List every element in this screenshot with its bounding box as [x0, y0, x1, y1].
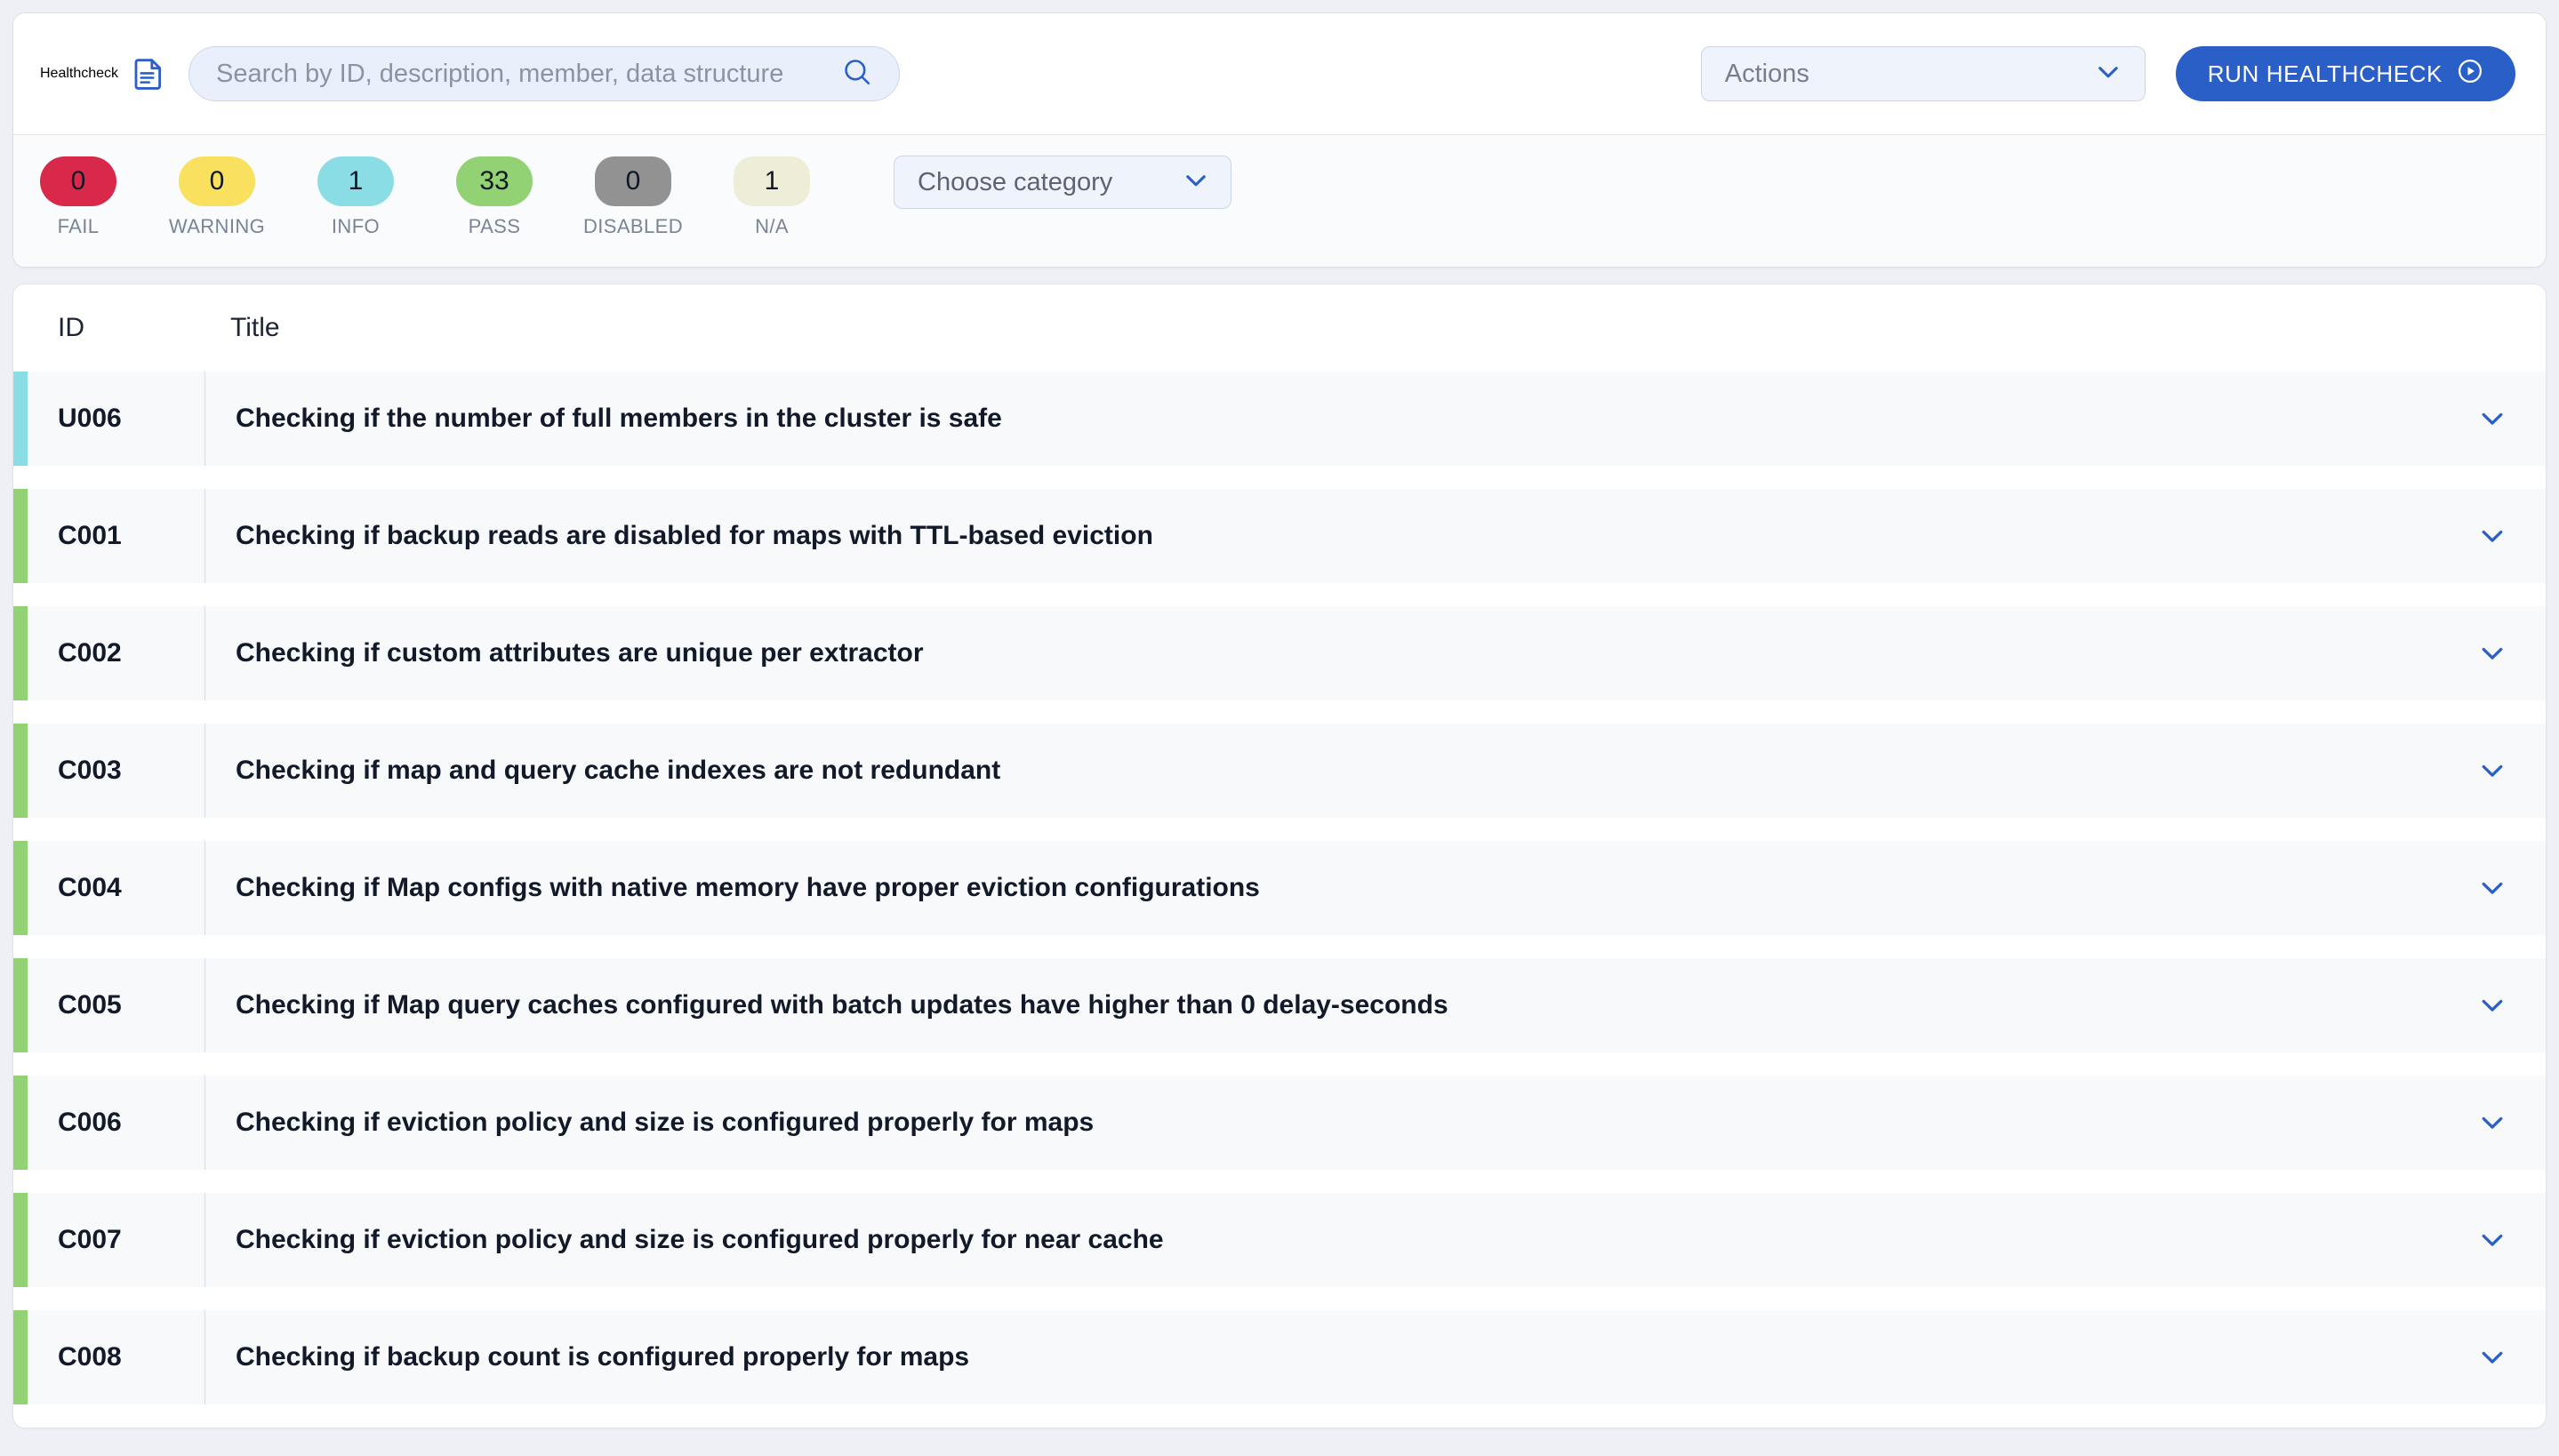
row-id: C003	[28, 724, 205, 818]
category-dropdown-label: Choose category	[918, 168, 1181, 197]
search-box[interactable]	[189, 46, 900, 101]
table-header-row: ID Title	[13, 284, 2546, 372]
status-pill-fail-label: FAIL	[58, 215, 100, 238]
row-status-accent	[13, 489, 28, 583]
row-title: Checking if map and query cache indexes …	[205, 724, 2439, 818]
row-id: C004	[28, 841, 205, 935]
header-toolbar: Healthcheck	[13, 13, 2546, 135]
column-header-id: ID	[13, 313, 205, 343]
row-status-accent	[13, 1310, 28, 1404]
status-pill-disabled-count: 0	[595, 156, 671, 206]
healthcheck-table: ID Title U006 Checking if the number of …	[12, 284, 2547, 1428]
chevron-down-icon[interactable]	[2093, 57, 2123, 92]
row-status-accent	[13, 724, 28, 818]
chevron-down-icon[interactable]	[2439, 841, 2546, 935]
status-pill-info[interactable]: 1 INFO	[317, 156, 394, 238]
status-pill-pass-label: PASS	[469, 215, 521, 238]
title-block: Healthcheck	[40, 57, 164, 91]
chevron-down-icon[interactable]	[2439, 1076, 2546, 1170]
table-row[interactable]: C004 Checking if Map configs with native…	[13, 841, 2546, 935]
row-id: C008	[28, 1310, 205, 1404]
row-id: C001	[28, 489, 205, 583]
search-input[interactable]	[216, 60, 842, 89]
table-row[interactable]: C003 Checking if map and query cache ind…	[13, 724, 2546, 818]
run-healthcheck-button[interactable]: RUN HEALTHCHECK	[2176, 46, 2515, 101]
status-pill-warning-label: WARNING	[169, 215, 265, 238]
row-status-accent	[13, 1193, 28, 1287]
status-pill-pass-count: 33	[456, 156, 533, 206]
status-pill-fail-count: 0	[40, 156, 116, 206]
category-dropdown[interactable]: Choose category	[894, 156, 1231, 209]
actions-dropdown[interactable]: Actions	[1701, 46, 2146, 101]
status-pill-fail[interactable]: 0 FAIL	[40, 156, 116, 238]
status-pill-disabled[interactable]: 0 DISABLED	[595, 156, 671, 238]
row-title: Checking if the number of full members i…	[205, 372, 2439, 466]
row-status-accent	[13, 841, 28, 935]
play-circle-icon	[2457, 58, 2483, 91]
table-row[interactable]: U006 Checking if the number of full memb…	[13, 372, 2546, 466]
row-status-accent	[13, 606, 28, 700]
chevron-down-icon[interactable]	[2439, 1310, 2546, 1404]
chevron-down-icon[interactable]	[2439, 1193, 2546, 1287]
search-icon[interactable]	[842, 57, 872, 92]
row-title: Checking if custom attributes are unique…	[205, 606, 2439, 700]
chevron-down-icon[interactable]	[2439, 372, 2546, 466]
row-id: C005	[28, 958, 205, 1052]
chevron-down-icon[interactable]	[2439, 724, 2546, 818]
row-title: Checking if backup count is configured p…	[205, 1310, 2439, 1404]
table-row[interactable]: C001 Checking if backup reads are disabl…	[13, 489, 2546, 583]
row-title: Checking if Map query caches configured …	[205, 958, 2439, 1052]
status-pill-warning[interactable]: 0 WARNING	[179, 156, 255, 238]
status-pill-warning-count: 0	[179, 156, 255, 206]
row-status-accent	[13, 1076, 28, 1170]
run-healthcheck-label: RUN HEALTHCHECK	[2208, 60, 2443, 88]
chevron-down-icon[interactable]	[2439, 489, 2546, 583]
row-title: Checking if Map configs with native memo…	[205, 841, 2439, 935]
status-pill-info-label: INFO	[332, 215, 380, 238]
chevron-down-icon[interactable]	[2439, 606, 2546, 700]
row-title: Checking if backup reads are disabled fo…	[205, 489, 2439, 583]
status-pill-na-count: 1	[734, 156, 810, 206]
actions-dropdown-label: Actions	[1725, 60, 2093, 89]
row-title: Checking if eviction policy and size is …	[205, 1193, 2439, 1287]
row-status-accent	[13, 372, 28, 466]
document-icon[interactable]	[134, 57, 164, 91]
table-row[interactable]: C008 Checking if backup count is configu…	[13, 1310, 2546, 1404]
status-pill-na-label: N/A	[755, 215, 789, 238]
status-pill-disabled-label: DISABLED	[583, 215, 683, 238]
healthcheck-page: Healthcheck	[0, 0, 2559, 1456]
row-id: C006	[28, 1076, 205, 1170]
column-header-title: Title	[205, 313, 280, 343]
table-row[interactable]: C005 Checking if Map query caches config…	[13, 958, 2546, 1052]
chevron-down-icon[interactable]	[1181, 165, 1211, 200]
row-id: C002	[28, 606, 205, 700]
header-card: Healthcheck	[12, 12, 2547, 268]
status-pill-group: 0 FAIL 0 WARNING 1 INFO 33 PASS 0	[40, 156, 872, 238]
table-row[interactable]: C007 Checking if eviction policy and siz…	[13, 1193, 2546, 1287]
page-title: Healthcheck	[40, 66, 118, 82]
row-id: U006	[28, 372, 205, 466]
row-id: C007	[28, 1193, 205, 1287]
table-row[interactable]: C006 Checking if eviction policy and siz…	[13, 1076, 2546, 1170]
row-status-accent	[13, 958, 28, 1052]
row-title: Checking if eviction policy and size is …	[205, 1076, 2439, 1170]
status-pill-info-count: 1	[317, 156, 394, 206]
table-row[interactable]: C002 Checking if custom attributes are u…	[13, 606, 2546, 700]
chevron-down-icon[interactable]	[2439, 958, 2546, 1052]
status-pill-na[interactable]: 1 N/A	[734, 156, 810, 238]
status-pill-pass[interactable]: 33 PASS	[456, 156, 533, 238]
summary-bar: 0 FAIL 0 WARNING 1 INFO 33 PASS 0	[13, 135, 2546, 267]
